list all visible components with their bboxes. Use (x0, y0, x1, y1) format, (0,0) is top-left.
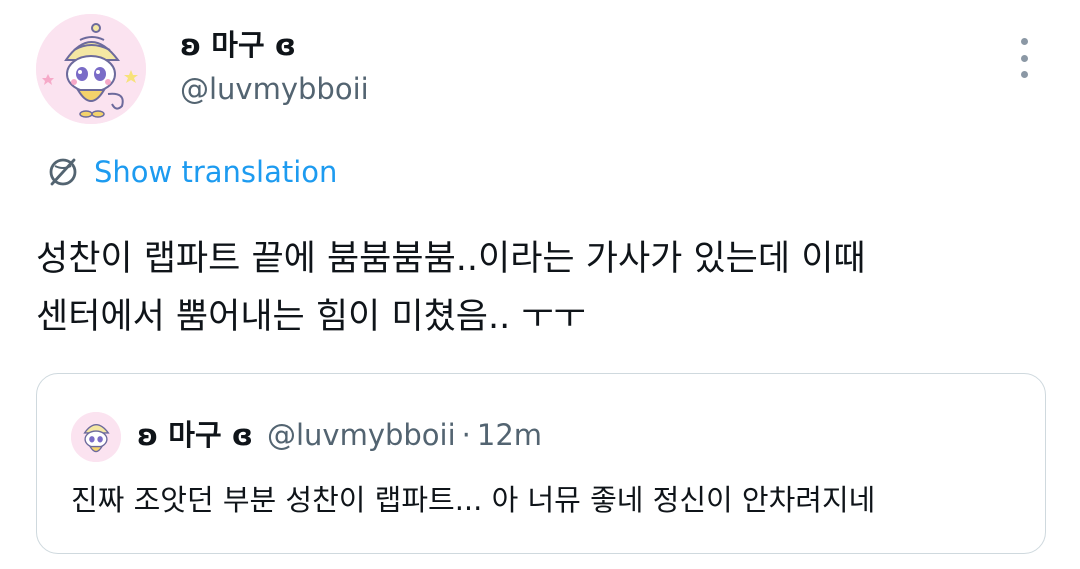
tweet-text-line: 센터에서 뿜어내는 힘이 미쳤음.. ㅜㅜ (36, 297, 586, 337)
show-translation-label: Show translation (94, 155, 338, 189)
tweet-text-line: 성찬이 랩파트 끝에 붐붐붐붐..이라는 가사가 있는데 이때 (36, 239, 866, 279)
header-separator: · (461, 418, 471, 452)
author-avatar[interactable] (36, 14, 146, 124)
more-vertical-icon (1020, 38, 1028, 45)
avatar-image (71, 412, 121, 462)
author-handle[interactable]: @luvmybboii (180, 72, 369, 106)
tweet-text: 성찬이 랩파트 끝에 붐붐붐붐..이라는 가사가 있는데 이때 센터에서 뿜어내… (36, 230, 1046, 346)
show-translation-button[interactable]: Show translation (46, 155, 337, 189)
quoted-author-display-name: ʚ 마구 ɞ (137, 418, 253, 452)
quoted-tweet-card[interactable]: ʚ 마구 ɞ @luvmybboii · 12m 진짜 조앗던 부분 성찬이 랩… (36, 373, 1046, 554)
quoted-author-avatar (71, 412, 121, 462)
quoted-tweet-header: ʚ 마구 ɞ @luvmybboii · 12m (137, 418, 542, 452)
quoted-tweet-timestamp: 12m (476, 418, 543, 452)
quoted-tweet-text: 진짜 조앗던 부분 성찬이 랩파트... 아 너뮤 좋네 정신이 안차려지네 (71, 483, 876, 517)
author-display-name[interactable]: ʚ 마구 ɞ (180, 28, 296, 62)
avatar-image (36, 14, 146, 124)
more-vertical-icon (1020, 71, 1028, 78)
translate-globe-icon (49, 158, 77, 186)
quoted-author-handle: @luvmybboii (266, 418, 456, 452)
more-options-button[interactable] (1012, 38, 1036, 78)
more-vertical-icon (1020, 54, 1028, 62)
